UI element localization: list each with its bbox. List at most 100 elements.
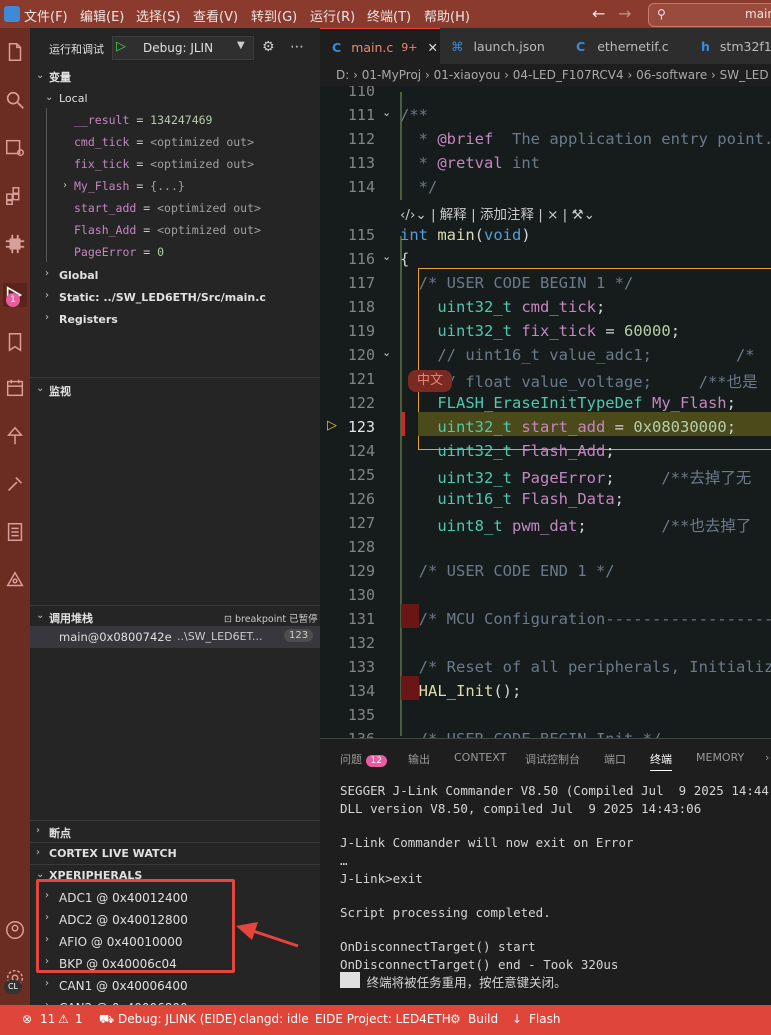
menu-run[interactable]: 运行(R) — [310, 6, 355, 25]
build-icon: ⚙ — [450, 1012, 461, 1026]
breakpoints-header[interactable]: 断点 — [49, 825, 71, 841]
bookmark-icon[interactable] — [3, 330, 27, 354]
panel-tab-ports[interactable]: 端口 — [604, 751, 626, 767]
line-number: 136 — [320, 730, 375, 738]
line-number: 123 — [347, 418, 375, 436]
close-icon[interactable]: ✕ — [427, 40, 437, 55]
panel-tab-problems[interactable]: 问题 12 — [340, 751, 387, 767]
chevron-right-icon[interactable]: › — [45, 268, 49, 279]
equals-sign: = — [129, 135, 151, 149]
code-line: // float value_voltage; /**也是 — [437, 373, 758, 391]
cortex-live-watch-header[interactable]: CORTEX LIVE WATCH — [49, 847, 177, 860]
menu-select[interactable]: 选择(S) — [136, 6, 180, 25]
gear-icon[interactable]: ⚙ — [262, 39, 275, 55]
build-button[interactable]: Build — [468, 1012, 498, 1026]
menu-help[interactable]: 帮助(H) — [424, 6, 470, 25]
flash-button[interactable]: Flash — [529, 1012, 560, 1026]
chevron-down-icon: ⌄ — [36, 610, 45, 621]
debug-config-status[interactable]: Debug: JLINK (EIDE) — [118, 1012, 237, 1026]
breadcrumb[interactable]: D: › 01-MyProj › 01-xiaoyou › 04-LED_F10… — [320, 64, 771, 86]
document-list-icon[interactable] — [3, 520, 27, 544]
scope-item[interactable]: Global — [59, 269, 98, 282]
warning-count[interactable]: 1 — [75, 1012, 83, 1026]
more-tabs-icon[interactable]: › — [765, 751, 769, 764]
error-count[interactable]: 11 — [40, 1012, 55, 1026]
variable-value: {...} — [150, 179, 185, 193]
frame-line-badge: 123 — [284, 629, 314, 642]
codelens-bar[interactable]: ‹/›⌄ | 解释 | 添加注释 | × | ⚒⌄ — [400, 203, 595, 223]
scope-item[interactable]: Registers — [59, 313, 118, 326]
eide-project-status[interactable]: EIDE Project: LED4ETH — [315, 1012, 451, 1026]
scope-local[interactable]: Local — [59, 92, 88, 105]
debug-config-select[interactable]: ▷ Debug: JLIN ▼ — [112, 36, 254, 60]
panel-tab-output[interactable]: 输出 — [408, 751, 430, 767]
menu-go[interactable]: 转到(G) — [251, 6, 297, 25]
code-line: FLASH_EraseInitTypeDef My_Flash; — [437, 394, 736, 412]
callstack-frame[interactable]: main@0x0800742e ..\SW_LED6ET... 123 — [30, 626, 320, 648]
variable-row[interactable]: cmd_tick = <optimized out> — [74, 135, 254, 149]
chevron-right-icon[interactable]: › — [45, 312, 49, 323]
variable-row[interactable]: Flash_Add = <optimized out> — [74, 223, 261, 237]
code-editor[interactable]: ▷ 110 111/** 112 * @brief The application … — [320, 86, 771, 738]
menu-terminal[interactable]: 终端(T) — [367, 6, 411, 25]
fold-chevron-icon[interactable]: ⌄ — [382, 346, 391, 359]
eide-icon[interactable] — [3, 568, 27, 592]
tab-launch-json[interactable]: ⌘ launch.json — [441, 28, 559, 64]
tab-ethernetif-c[interactable]: C ethernetif.c — [560, 28, 680, 64]
equals-sign: = — [136, 245, 158, 259]
calendar-icon[interactable] — [3, 376, 27, 400]
tree-icon[interactable] — [3, 424, 27, 448]
fold-chevron-icon[interactable]: ⌄ — [382, 250, 391, 263]
divider — [30, 820, 320, 821]
chip-icon[interactable] — [3, 232, 27, 256]
chevron-right-icon: › — [36, 847, 40, 858]
chevron-right-icon[interactable]: › — [45, 290, 49, 301]
panel-tab-terminal[interactable]: 终端 — [650, 751, 672, 771]
variable-row[interactable]: __result = 134247469 — [74, 113, 212, 127]
variable-value: <optimized out> — [157, 201, 261, 215]
watch-header[interactable]: 监视 — [49, 383, 71, 399]
code-line: // uint16_t value_adc1; /* — [437, 346, 755, 364]
panel-tab-memory[interactable]: MEMORY — [696, 751, 744, 764]
tab-main-c[interactable]: C main.c 9+ ✕ — [320, 28, 440, 65]
forward-arrow-icon[interactable]: → — [618, 4, 631, 23]
command-center-search[interactable]: ⚲ main — [648, 3, 771, 27]
h-file-icon: h — [701, 38, 710, 54]
variables-header[interactable]: 变量 — [49, 69, 71, 85]
scope-item[interactable]: Static: ../SW_LED6ETH/Src/main.c — [59, 291, 266, 304]
menu-edit[interactable]: 编辑(E) — [80, 6, 124, 25]
line-number: 124 — [347, 442, 375, 460]
callstack-header[interactable]: 调用堆栈 — [49, 610, 93, 626]
variable-row[interactable]: › My_Flash = {...} — [62, 179, 185, 193]
code-line: /* USER CODE BEGIN 1 */ — [418, 274, 634, 292]
code-line: /* USER CODE BEGIN Init */ — [400, 730, 662, 738]
extensions-icon[interactable] — [3, 184, 27, 208]
tools-icon[interactable] — [3, 472, 27, 496]
clangd-status[interactable]: clangd: idle — [239, 1012, 309, 1026]
code-line: int main(void) — [400, 226, 531, 244]
back-arrow-icon[interactable]: ← — [592, 4, 605, 23]
panel-tab-context[interactable]: CONTEXT — [454, 751, 506, 764]
code-line: uint16_t Flash_Data; — [437, 490, 624, 508]
source-control-icon[interactable] — [3, 136, 27, 160]
tab-stm32f1x[interactable]: h stm32f1x — [681, 28, 771, 64]
panel-tab-debug-console[interactable]: 调试控制台 — [525, 751, 580, 767]
variable-row[interactable]: start_add = <optimized out> — [74, 201, 261, 215]
variable-row[interactable]: fix_tick = <optimized out> — [74, 157, 254, 171]
menu-view[interactable]: 查看(V) — [193, 6, 238, 25]
search-icon[interactable] — [3, 88, 27, 112]
start-debug-icon[interactable]: ▷ — [116, 39, 126, 54]
codelens-icon: ‹/›⌄ — [400, 207, 427, 223]
terminal-line: Script processing completed. — [340, 905, 551, 920]
code-line: uint8_t pwm_dat; /**也去掉了 — [437, 517, 752, 535]
account-icon[interactable] — [3, 918, 27, 942]
variable-row[interactable]: PageError = 0 — [74, 245, 164, 259]
menu-file[interactable]: 文件(F) — [24, 6, 68, 25]
chevron-right-icon[interactable]: › — [62, 180, 68, 191]
terminal-line: J-Link>exit — [340, 871, 423, 886]
more-actions-icon[interactable]: ⋯ — [290, 39, 304, 55]
chevron-right-icon[interactable]: › — [45, 978, 49, 989]
fold-chevron-icon[interactable]: ⌄ — [382, 106, 391, 119]
peripheral-item[interactable]: CAN1 @ 0x40006400 — [59, 979, 188, 993]
explorer-icon[interactable] — [3, 40, 27, 64]
